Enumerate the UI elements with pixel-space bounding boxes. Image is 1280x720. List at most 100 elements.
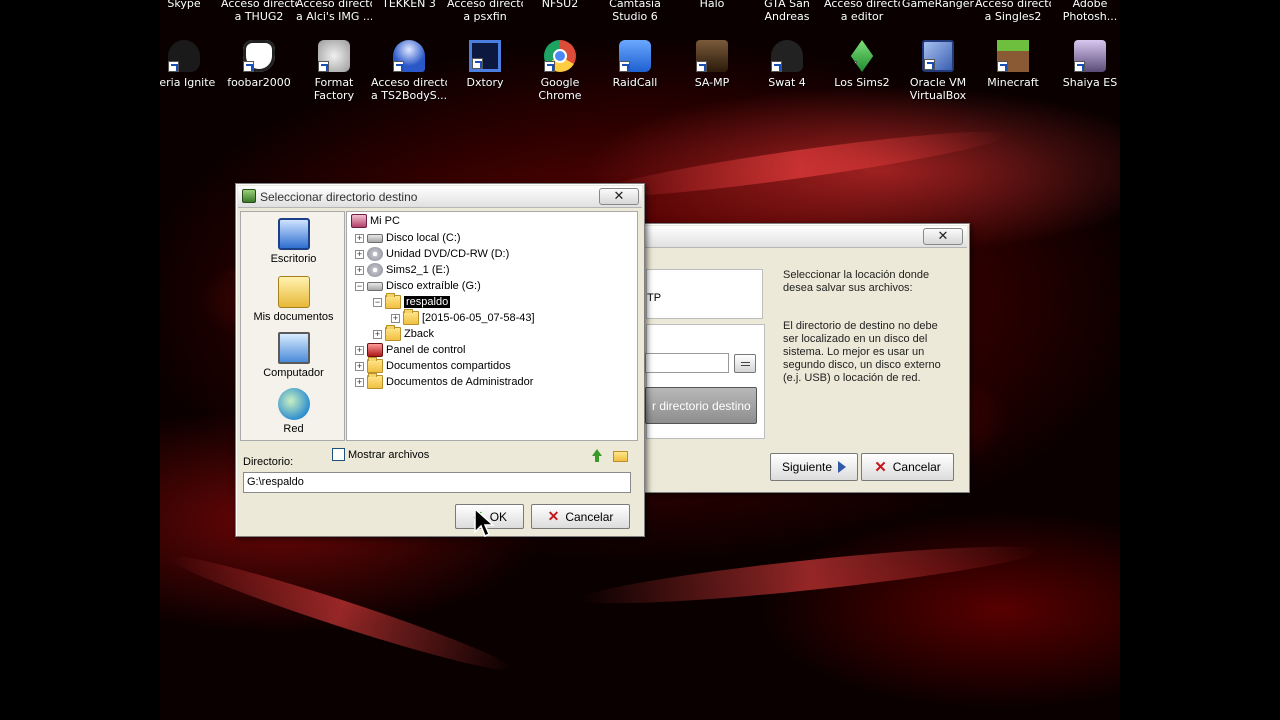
expand-icon[interactable]: + [355,361,364,371]
desktop-icon-ts2bodyshop[interactable]: Acceso directo a TS2BodyS... [371,40,447,102]
collapse-icon[interactable]: − [355,281,364,291]
info-line: (e.j. USB) o locación de red. [783,372,921,384]
icon-label: Acceso directo [447,0,523,10]
tree-node-2015-06-05[interactable]: + [2015-06-05_07-58-43] [391,309,535,326]
tree-node-respaldo[interactable]: − respaldo [373,293,451,310]
icon-label: NFSU2 [541,0,579,10]
icon-label: Shaiya ES [1062,76,1118,89]
tree-node-dvd-d[interactable]: + Unidad DVD/CD-RW (D:) [355,246,509,262]
icon-label: SA-MP [694,76,730,89]
show-files-checkbox[interactable] [332,448,345,461]
desktop-icon-chrome[interactable]: Google Chrome [522,40,598,102]
tree-node-zback[interactable]: + Zback [373,325,434,342]
desktop-icon-singles2[interactable]: Acceso directo a Singles2 [975,0,1051,23]
tree-node-panel-control[interactable]: + Panel de control [355,342,466,358]
folder-icon [403,309,419,325]
dxtory-icon [469,40,501,72]
place-my-documents[interactable]: Mis documentos [241,276,346,323]
format-factory-icon [318,40,350,72]
wizard-browse-button[interactable] [734,354,756,373]
icon-label: Factory [313,89,355,102]
icon-label: foobar2000 [227,76,291,89]
wizard-select-directory-button[interactable]: r directorio destino [645,387,757,424]
icon-label: Camtasia [609,0,661,10]
expand-icon[interactable]: + [355,233,364,243]
sims2-icon [850,40,874,72]
dialog-cancel-button[interactable]: ✕ Cancelar [531,504,630,529]
new-folder-icon[interactable] [613,451,628,462]
tree-node-mi-pc[interactable]: Mi PC [351,213,400,229]
icon-label: Photosh... [1062,10,1118,23]
cancel-x-icon: ✕ [874,459,887,476]
expand-icon[interactable]: + [391,313,400,323]
desktop-icon-tekken3[interactable]: TEKKEN 3 [371,0,447,10]
desktop-icon-photoshop[interactable]: Adobe Photosh... [1052,0,1120,23]
close-icon: ✕ [937,229,949,244]
my-computer-icon [351,214,367,228]
collapse-icon[interactable]: − [373,297,382,307]
wizard-next-button[interactable]: Siguiente [770,453,858,481]
desktop-icon-psxfin[interactable]: Acceso directo a psxfin [447,0,523,23]
foobar2000-icon [243,40,275,72]
desktop-icon-thug2[interactable]: Acceso directo a THUG2 [221,0,297,23]
tree-node-label: Panel de control [386,344,466,356]
desktop-icon-alcis-img[interactable]: Acceso directo a Alci's IMG ... [296,0,372,23]
desktop-icon-skype[interactable]: Skype [160,0,222,10]
desktop-icon-halo[interactable]: Halo [674,0,750,10]
desktop-icon-samp[interactable]: SA-MP [674,40,750,89]
desktop-icon-raidcall[interactable]: RaidCall [597,40,673,89]
directory-input[interactable]: G:\respaldo [243,472,631,493]
desktop-icon-sims2[interactable]: Los Sims2 [824,40,900,89]
desktop-icon-virtualbox[interactable]: Oracle VM VirtualBox [900,40,976,102]
up-folder-icon[interactable] [589,449,603,463]
desktop-icon-format-factory[interactable]: Format Factory [296,40,372,102]
tree-node-shared-docs[interactable]: + Documentos compartidos [355,357,511,374]
expand-icon[interactable]: + [373,329,382,339]
directory-label: Directorio: [243,456,294,468]
info-line: ser localizado en un disco del [783,333,928,345]
wizard-destination-field[interactable] [645,353,729,373]
desktop-icon-gta-sa[interactable]: GTA San Andreas [749,0,825,23]
desktop-icon-aeria-ignite[interactable]: aeria Ignite [160,40,222,89]
tree-node-disco-c[interactable]: + Disco local (C:) [355,230,461,246]
place-computer[interactable]: Computador [241,332,346,379]
tree-node-label: [2015-06-05_07-58-43] [422,312,535,324]
desktop-icon-editor[interactable]: Acceso directo a editor [824,0,900,23]
tree-node-admin-docs[interactable]: + Documentos de Administrador [355,373,533,390]
icon-label: Dxtory [466,76,504,89]
wizard-close-button[interactable]: ✕ [923,228,963,245]
icon-label: Acceso directo [824,0,900,10]
shared-folder-icon [367,357,383,373]
icon-label: Halo [699,0,725,10]
button-label: Cancelar [892,460,941,474]
desktop-icon-nfsu2[interactable]: NFSU2 [522,0,598,10]
tree-node-removable-g[interactable]: − Disco extraíble (G:) [355,278,481,294]
wizard-cancel-button[interactable]: ✕ Cancelar [861,453,954,481]
desktop-icon-swat4[interactable]: Swat 4 [749,40,825,89]
expand-icon[interactable]: + [355,265,364,275]
icon-label: Skype [167,0,201,10]
button-label: r directorio destino [652,398,751,413]
desktop-icon-shaiya[interactable]: Shaiya ES [1052,40,1120,89]
dialog-close-button[interactable]: ✕ [599,188,639,205]
desktop-icon-gameranger[interactable]: GameRanger [900,0,976,10]
button-label: Siguiente [781,460,833,474]
place-label: Computador [263,367,324,379]
close-icon: ✕ [613,189,625,204]
desktop-icon-minecraft[interactable]: Minecraft [975,40,1051,89]
expand-icon[interactable]: + [355,377,364,387]
icon-label: Minecraft [987,76,1039,89]
desktop-icon-foobar2000[interactable]: foobar2000 [221,40,297,89]
place-desktop[interactable]: Escritorio [241,218,346,265]
tree-node-label: Documentos compartidos [386,360,511,372]
icon-label: VirtualBox [909,89,967,102]
icon-label: GTA San [764,0,810,10]
place-network[interactable]: Red [241,388,346,435]
desktop-icon-camtasia[interactable]: Camtasia Studio 6 [597,0,673,23]
tree-node-sims2-e[interactable]: + Sims2_1 (E:) [355,262,450,278]
desktop-icon-dxtory[interactable]: Dxtory [447,40,523,89]
button-label: Cancelar [565,509,614,524]
expand-icon[interactable]: + [355,345,364,355]
expand-icon[interactable]: + [355,249,364,259]
icon-label: Swat 4 [768,76,806,89]
